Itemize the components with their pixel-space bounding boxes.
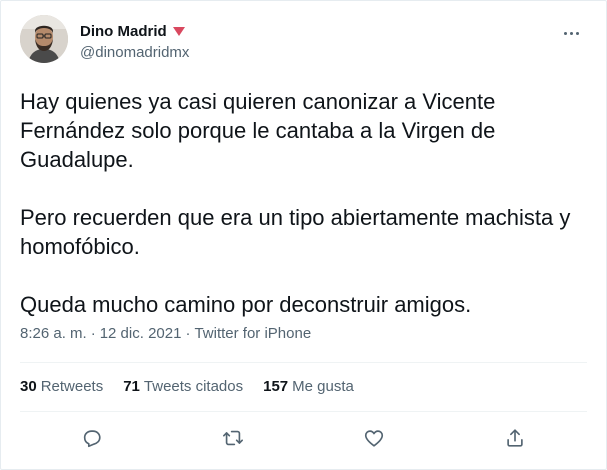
avatar[interactable] (20, 15, 68, 63)
author-display-name[interactable]: Dino Madrid (80, 23, 167, 40)
tweet-paragraph: Pero recuerden que era un tipo abiertame… (20, 205, 571, 259)
tweet-meta: 8:26 a. m. · 12 dic. 2021 · Twitter for iPho… (20, 325, 311, 342)
reply-button[interactable] (75, 421, 109, 455)
dot-icon (575, 31, 579, 35)
likes-count: 157 (263, 378, 289, 395)
likes-stat[interactable]: 157 Me gusta (263, 378, 354, 395)
author-name-row[interactable]: Dino Madrid (80, 23, 185, 40)
reply-icon (83, 430, 101, 448)
meta-separator: · (90, 325, 96, 342)
meta-separator: · (185, 325, 191, 342)
tweet-stats: 30 Retweets 71 Tweets citados 157 Me gusta (20, 378, 374, 395)
quotes-count: 71 (123, 378, 140, 395)
author-handle[interactable]: @dinomadridmx (80, 44, 189, 61)
retweets-label: Retweets (40, 378, 104, 395)
tweet-date[interactable]: 12 dic. 2021 (100, 325, 182, 342)
tweet-paragraph: Queda mucho camino por deconstruir amigo… (20, 292, 472, 317)
tweet-source[interactable]: Twitter for iPhone (194, 325, 311, 342)
tweet-actions (1, 421, 606, 455)
retweet-icon (223, 430, 243, 446)
dot-icon (569, 31, 573, 35)
share-icon (507, 429, 523, 447)
likes-label: Me gusta (292, 378, 354, 395)
retweet-button[interactable] (216, 421, 250, 455)
quotes-stat[interactable]: 71 Tweets citados (123, 378, 243, 395)
divider (20, 411, 587, 412)
retweets-count: 30 (20, 378, 37, 395)
avatar-image (20, 15, 68, 63)
tweet-time[interactable]: 8:26 a. m. (20, 325, 87, 342)
retweets-stat[interactable]: 30 Retweets (20, 378, 103, 395)
dot-icon (563, 31, 567, 35)
like-button[interactable] (357, 421, 391, 455)
tweet-paragraph: Hay quienes ya casi quieren canonizar a … (20, 89, 496, 172)
more-options-button[interactable] (557, 19, 585, 47)
tweet-card: Dino Madrid @dinomadridmx Hay quienes ya… (0, 0, 607, 470)
like-icon (364, 430, 384, 447)
share-button[interactable] (498, 421, 532, 455)
triangle-down-icon (172, 27, 185, 36)
tweet-text: Hay quienes ya casi quieren canonizar a … (20, 87, 590, 319)
quotes-label: Tweets citados (143, 378, 244, 395)
divider (20, 362, 587, 363)
